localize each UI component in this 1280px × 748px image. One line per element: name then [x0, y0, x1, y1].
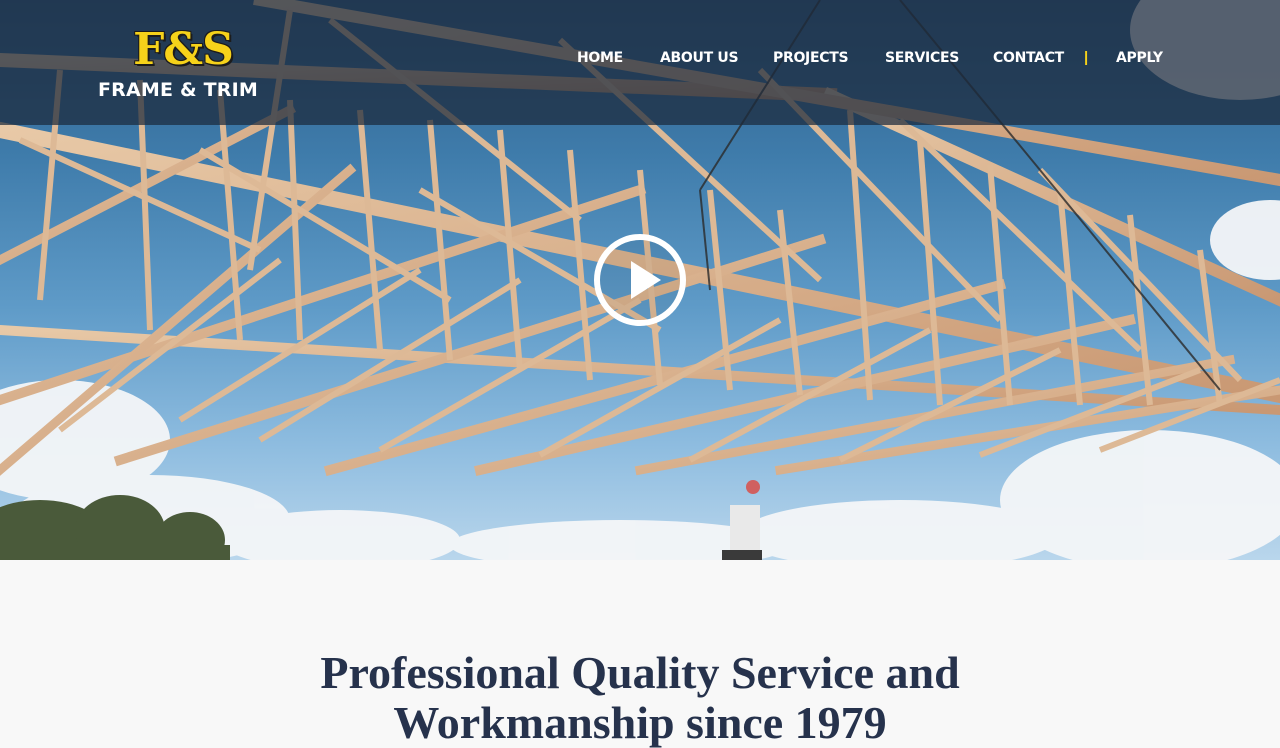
play-icon — [594, 234, 686, 326]
nav-item-services[interactable]: SERVICES — [885, 47, 959, 69]
main-nav: HOME ABOUT US PROJECTS SERVICES CONTACT … — [0, 47, 1280, 69]
hero-section: F&S FRAME & TRIM HOME ABOUT US PROJECTS … — [0, 0, 1280, 560]
intro-section: Professional Quality Service and Workman… — [0, 560, 1280, 748]
nav-item-contact[interactable]: CONTACT — [993, 47, 1064, 69]
page-headline: Professional Quality Service and Workman… — [240, 648, 1040, 748]
headline-line-1: Professional Quality Service and — [320, 647, 960, 698]
header-bar: F&S FRAME & TRIM HOME ABOUT US PROJECTS … — [0, 0, 1280, 125]
nav-item-projects[interactable]: PROJECTS — [773, 47, 849, 69]
nav-item-about-us[interactable]: ABOUT US — [660, 47, 739, 69]
logo-subtitle: FRAME & TRIM — [98, 79, 258, 101]
nav-item-home[interactable]: HOME — [577, 47, 623, 69]
nav-separator: | — [1084, 49, 1089, 66]
headline-line-2: Workmanship since 1979 — [393, 697, 887, 748]
nav-item-apply[interactable]: APPLY — [1116, 47, 1163, 69]
play-video-button[interactable] — [593, 233, 687, 327]
